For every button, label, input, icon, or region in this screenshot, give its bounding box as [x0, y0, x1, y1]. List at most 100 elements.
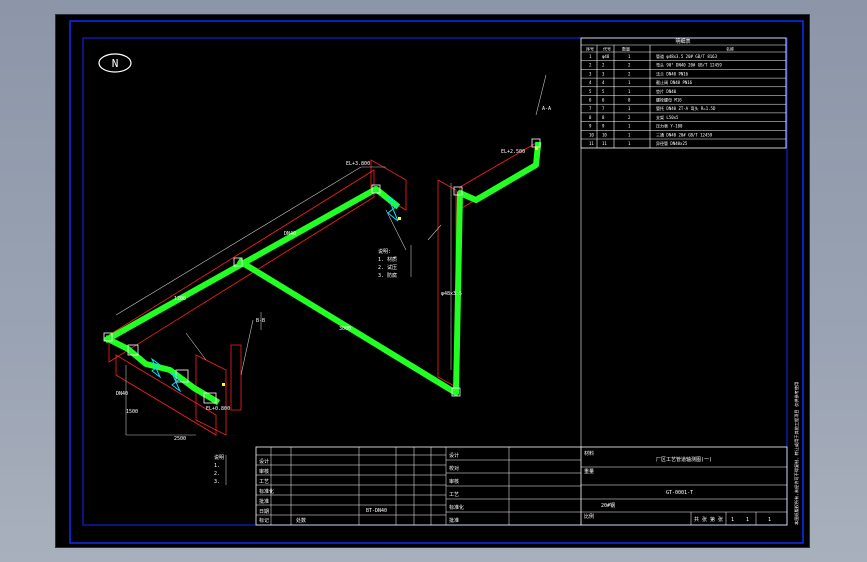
bom-cell-qty: 2 [628, 63, 631, 68]
tb-left-bottom-b: 处数 [296, 517, 306, 524]
bom-cell-name: 截止阀 DN40 PN16 [656, 79, 693, 85]
piping-isometric-drawing: N EL+3.800 EL+2.500 DN40 1200 3000 φ48x3… [69, 20, 804, 544]
bom-header-3: 名称 [726, 46, 734, 52]
bom-cell-name: 支架 L50x5 [656, 114, 679, 120]
bom-cell-qty: 8 [628, 98, 631, 103]
tb-mid-caption: BT-DN40 [366, 508, 387, 514]
note-left-2: 2. [214, 471, 220, 477]
tb-material: 20#钢 [601, 502, 615, 509]
vertical-note: 本图纸版权所有,未经许可不得复制、转让或用于其他工程项目 仅供参考使用 [793, 382, 800, 525]
tb-page-total: 1 [768, 517, 771, 523]
title-block: 设计 审核 工艺 标准化 批准 日期 标记 处数 BT-DN40 设计 校对 审… [255, 446, 788, 526]
outer-border [69, 20, 804, 544]
tb-left-label-0: 设计 [259, 458, 269, 465]
bom-cell-qty: 1 [628, 106, 631, 111]
bom-cell-no: 11 [589, 141, 594, 146]
tb-drawing-no: GT-0001-T [666, 490, 693, 496]
bom-rows: 1 φ48 1 管道 φ48x3.5 20# GB/T 8163 2 2 2 弯头 90° D… [581, 51, 786, 146]
note-mid-1: 1. 材质 [378, 256, 397, 263]
bom-cell-no: 9 [589, 124, 592, 129]
tb-label-scale: 比例 [584, 513, 594, 520]
bom-cell-qty: 1 [628, 132, 631, 137]
bom-cell-code: 7 [602, 106, 605, 111]
bom-header-1: 代号 [603, 46, 611, 52]
note-mid-3: 3. 防腐 [378, 272, 397, 279]
bom-cell-no: 1 [589, 54, 592, 59]
bom-cell-name: 垫片 DN40 [656, 88, 677, 94]
bom-cell-name: 管道 φ48x3.5 20# GB/T 8163 [656, 53, 718, 59]
note-left-0: 说明 [214, 454, 224, 461]
notes-left: 说明 1. 2. 3. [214, 454, 224, 485]
label-l6: φ48x3.5 [441, 291, 462, 297]
bom-cell-qty: 1 [628, 80, 631, 85]
notes-mid: 说明: 1. 材质 2. 试压 3. 防腐 [378, 248, 397, 279]
bom-cell-no: 8 [589, 115, 592, 120]
bom-cell-name: 弯头 90° DN40 20# GB/T 12459 [656, 62, 722, 68]
label-l8: 2500 [174, 436, 186, 442]
bom-cell-qty: 2 [628, 71, 631, 76]
bom-cell-name: 螺栓螺母 M16 [656, 97, 682, 103]
dimension-lines [115, 74, 547, 485]
bom-cell-no: 7 [589, 106, 592, 111]
note-mid-0: 说明: [378, 248, 391, 255]
bom-cell-qty: 1 [628, 89, 631, 94]
tb-left-label-1: 审核 [259, 468, 269, 475]
label-l5: 3000 [339, 326, 351, 332]
tb-mid-label-5: 批准 [449, 517, 459, 524]
tb-sheet-count: 1 [731, 517, 734, 523]
north-arrow-icon: N [98, 53, 132, 73]
bom-header-0: 序号 [586, 46, 594, 52]
tb-mid-label-1: 校对 [449, 465, 459, 472]
bom-cell-name: 法兰 DN40 PN16 [656, 70, 689, 76]
label-l1: EL+3.800 [346, 161, 370, 167]
bom-cell-code: 4 [602, 80, 605, 85]
bom-cell-code: 10 [602, 132, 607, 137]
bom-cell-qty: 1 [628, 141, 631, 146]
pipe-run [103, 141, 542, 406]
tb-mid-label-4: 标准化 [449, 504, 464, 511]
tb-mid-label-3: 工艺 [449, 492, 459, 498]
bom-cell-code: 9 [602, 124, 605, 129]
bom-cell-qty: 1 [628, 124, 631, 129]
bom-cell-name: 三通 DN40 20# GB/T 12459 [656, 131, 713, 137]
tb-mid-label-0: 设计 [449, 452, 459, 459]
tb-left-label-4: 批准 [259, 498, 269, 505]
bom-cell-code: 6 [602, 98, 605, 103]
bom-cell-code: 8 [602, 115, 605, 120]
bom-cell-code: φ48 [602, 54, 610, 59]
bom-cell-code: 11 [602, 141, 607, 146]
bom-cell-no: 2 [589, 63, 592, 68]
bom-cell-code: 5 [602, 89, 605, 94]
tb-label-weight: 重量 [584, 468, 594, 475]
label-l7: DN40 [116, 391, 128, 397]
bom-cell-qty: 2 [628, 115, 631, 120]
bom-cell-no: 10 [589, 132, 594, 137]
tb-left-bottom-a: 标记 [259, 517, 269, 524]
tb-left-label-3: 标准化 [259, 488, 274, 495]
label-l12: 1500 [126, 409, 138, 415]
north-label: N [112, 57, 119, 70]
tb-sheet-num: 1 [746, 517, 749, 523]
bom-cell-name: 压力表 Y-100 [656, 123, 683, 129]
label-l3: DN40 [284, 231, 296, 237]
bom-cell-name: 管托 DN40 ZT-A 弯头 R=1.5D [656, 105, 716, 111]
label-l2: EL+2.500 [501, 149, 525, 155]
bom-header-2: 数量 [622, 46, 630, 52]
label-l9: EL+0.800 [206, 406, 230, 412]
tb-mid-label-2: 审核 [449, 478, 459, 485]
tb-left-label-2: 工艺 [259, 479, 269, 485]
bom-cell-no: 6 [589, 98, 592, 103]
bom-cell-no: 5 [589, 89, 592, 94]
label-l11: A-A [542, 106, 551, 112]
bom-cell-name: 异径管 DN40x25 [656, 140, 688, 146]
tb-sheet-info: 共 张 第 张 [694, 516, 723, 523]
tb-label-material: 材料 [584, 450, 594, 457]
bom-cell-code: 2 [602, 63, 605, 68]
drawing-labels: EL+3.800 EL+2.500 DN40 1200 3000 φ48x3.5… [116, 106, 551, 442]
bom-title: 明细表 [675, 38, 690, 45]
bom-cell-qty: 1 [628, 54, 631, 59]
note-left-3: 3. [214, 479, 220, 485]
section-planes [108, 142, 537, 436]
drawing-sheet: N EL+3.800 EL+2.500 DN40 1200 3000 φ48x3… [55, 14, 810, 548]
tb-drawing-name: 厂区工艺管道轴测图(一) [656, 456, 712, 463]
